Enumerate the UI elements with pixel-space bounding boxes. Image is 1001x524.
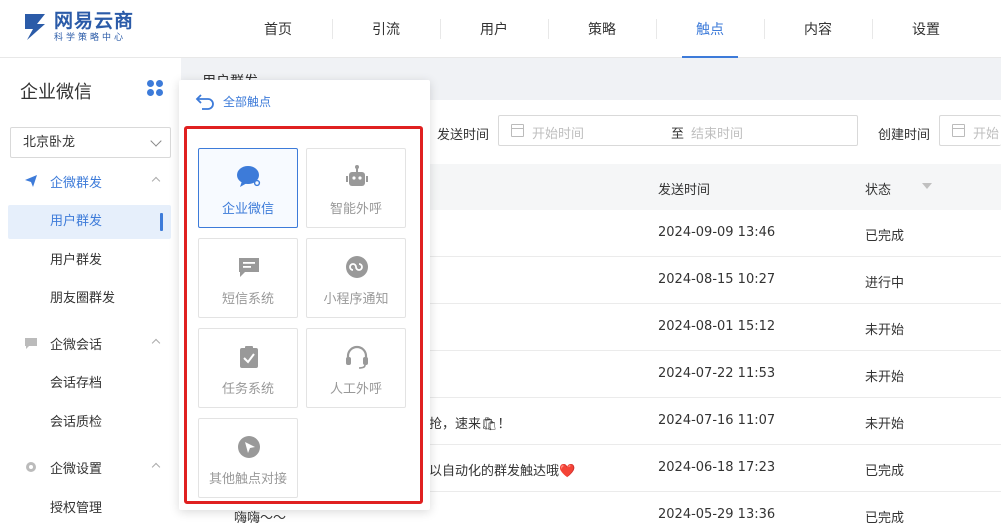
row-send-time: 2024-09-09 13:46 [658, 225, 776, 240]
brand-subtitle: 科学策略中心 [54, 33, 127, 43]
logo-icon [25, 14, 45, 40]
create-time-range-picker[interactable]: 开始 [939, 115, 1001, 146]
sidebar: 企业微信 北京卧龙 企微群发 用户群发 用户群发 朋友圈群发 企微会话 会话存档… [0, 58, 181, 524]
touchpoint-card-wecom[interactable]: 企业微信 [198, 148, 298, 228]
nav-content[interactable]: 内容 [764, 0, 872, 58]
row-content: 以自动化的群发触达哦❤️ [429, 464, 576, 479]
create-time-label: 创建时间 [878, 128, 931, 143]
sidebar-item-chat-archive[interactable]: 会话存档 [8, 367, 171, 401]
main-nav: 首页 引流 用户 策略 触点 内容 设置 [224, 0, 980, 58]
back-to-all-touchpoints[interactable]: 全部触点 [195, 92, 271, 110]
wechat-work-icon [237, 166, 261, 187]
back-arrow-icon [195, 94, 214, 110]
col-status: 状态 [865, 183, 892, 198]
range-separator: 至 [671, 127, 685, 142]
calendar-icon [511, 124, 524, 137]
nav-traffic[interactable]: 引流 [332, 0, 440, 58]
nav-home[interactable]: 首页 [224, 0, 332, 58]
row-status: 已完成 [865, 511, 905, 524]
sidebar-group-wecom-broadcast[interactable]: 企微群发 [0, 166, 181, 196]
row-status: 进行中 [865, 276, 905, 291]
card-label: 任务系统 [221, 382, 274, 397]
row-send-time: 2024-05-29 13:36 [658, 507, 776, 522]
row-content: 抢，速来🛍！ [429, 417, 511, 432]
card-label: 人工外呼 [329, 382, 382, 397]
send-time-range-picker[interactable]: 开始时间 至 结束时间 [498, 115, 858, 146]
sidebar-item-chat-qa[interactable]: 会话质检 [8, 406, 171, 440]
sidebar-item-user-broadcast[interactable]: 用户群发 [8, 205, 171, 239]
brand-logo[interactable]: 网易云商 科学策略中心 [22, 10, 134, 44]
sidebar-group-wecom-settings[interactable]: 企微设置 [0, 452, 181, 482]
send-time-label: 发送时间 [437, 128, 490, 143]
touchpoint-card-task[interactable]: 任务系统 [198, 328, 298, 408]
org-select[interactable]: 北京卧龙 [10, 127, 171, 158]
sidebar-group-wecom-chat[interactable]: 企微会话 [0, 328, 181, 358]
cursor-icon [238, 436, 260, 458]
row-send-time: 2024-07-16 11:07 [658, 413, 776, 428]
app-switcher-icon[interactable] [147, 80, 163, 96]
org-select-value: 北京卧龙 [23, 135, 76, 150]
chevron-up-icon [151, 176, 161, 186]
touchpoint-card-other[interactable]: 其他触点对接 [198, 418, 298, 498]
mini-program-icon [346, 256, 368, 278]
gear-icon [26, 462, 36, 472]
chevron-up-icon [151, 462, 161, 472]
task-icon [240, 346, 258, 368]
chevron-down-icon [150, 135, 162, 147]
headset-icon [346, 345, 368, 369]
col-send-time: 发送时间 [658, 183, 711, 198]
touchpoint-card-smart-call[interactable]: 智能外呼 [306, 148, 406, 228]
nav-strategy[interactable]: 策略 [548, 0, 656, 58]
touchpoint-card-mini-program[interactable]: 小程序通知 [306, 238, 406, 318]
nav-users[interactable]: 用户 [440, 0, 548, 58]
top-header: 网易云商 科学策略中心 首页 引流 用户 策略 触点 内容 设置 [0, 0, 1001, 58]
row-send-time: 2024-08-01 15:12 [658, 319, 776, 334]
calendar-icon [952, 124, 965, 137]
card-label: 企业微信 [221, 202, 274, 217]
sidebar-item-auth-management[interactable]: 授权管理 [8, 492, 171, 524]
sms-icon [239, 258, 259, 277]
card-label: 智能外呼 [329, 202, 382, 217]
sidebar-item-moments-broadcast[interactable]: 朋友圈群发 [8, 282, 171, 316]
sidebar-group-label: 企微会话 [50, 337, 103, 353]
chat-icon [25, 338, 37, 349]
end-time-input[interactable]: 结束时间 [691, 123, 743, 142]
row-send-time: 2024-08-15 10:27 [658, 272, 776, 287]
nav-touchpoints[interactable]: 触点 [656, 0, 764, 58]
row-status: 未开始 [865, 370, 905, 385]
row-status: 已完成 [865, 229, 905, 244]
touchpoint-popup: 全部触点 企业微信 智能外呼 短信系统 小程序通知 任务系统 人工外呼 其他触点… [179, 80, 430, 510]
touchpoint-card-manual-call[interactable]: 人工外呼 [306, 328, 406, 408]
card-label: 小程序通知 [323, 292, 389, 307]
send-icon [25, 175, 37, 187]
robot-icon [346, 165, 368, 186]
chevron-up-icon [151, 338, 161, 348]
touchpoint-card-sms[interactable]: 短信系统 [198, 238, 298, 318]
card-label: 短信系统 [221, 292, 274, 307]
filter-icon[interactable] [922, 183, 932, 189]
sidebar-group-label: 企微设置 [50, 461, 103, 477]
back-label: 全部触点 [223, 94, 272, 109]
sidebar-item-user-broadcast-2[interactable]: 用户群发 [8, 244, 171, 278]
brand-title: 网易云商 [54, 10, 135, 32]
create-start-input[interactable]: 开始 [973, 123, 999, 142]
row-send-time: 2024-07-22 11:53 [658, 366, 776, 381]
row-status: 未开始 [865, 417, 905, 432]
nav-settings[interactable]: 设置 [872, 0, 980, 58]
row-status: 已完成 [865, 464, 905, 479]
start-time-input[interactable]: 开始时间 [532, 123, 584, 142]
row-status: 未开始 [865, 323, 905, 338]
sidebar-title: 企业微信 [20, 82, 92, 103]
row-send-time: 2024-06-18 17:23 [658, 460, 776, 475]
card-label: 其他触点对接 [208, 472, 287, 487]
sidebar-group-label: 企微群发 [50, 175, 103, 191]
